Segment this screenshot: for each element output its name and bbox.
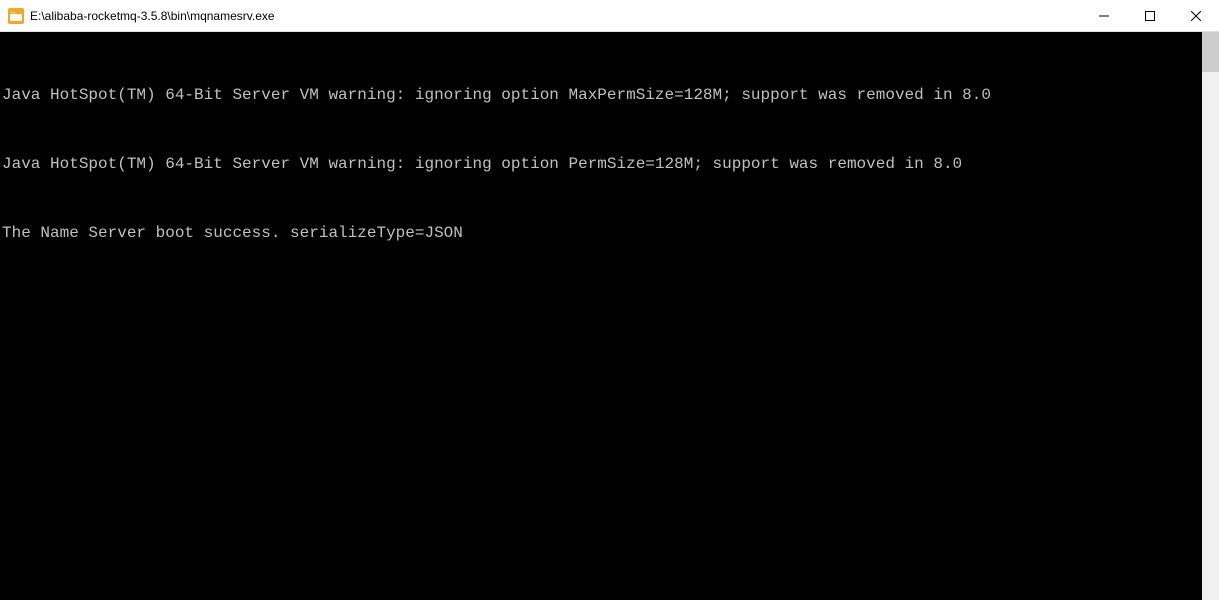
maximize-button[interactable]: [1127, 0, 1173, 31]
window-title: E:\alibaba-rocketmq-3.5.8\bin\mqnamesrv.…: [30, 9, 1081, 23]
vertical-scrollbar[interactable]: [1202, 32, 1219, 600]
close-button[interactable]: [1173, 0, 1219, 31]
console-line: The Name Server boot success. serializeT…: [2, 222, 1200, 245]
window-controls: [1081, 0, 1219, 31]
console-line: Java HotSpot(TM) 64-Bit Server VM warnin…: [2, 84, 1200, 107]
window-titlebar: E:\alibaba-rocketmq-3.5.8\bin\mqnamesrv.…: [0, 0, 1219, 32]
scrollbar-thumb[interactable]: [1202, 32, 1219, 72]
console-output[interactable]: Java HotSpot(TM) 64-Bit Server VM warnin…: [0, 32, 1202, 600]
console-area: Java HotSpot(TM) 64-Bit Server VM warnin…: [0, 32, 1219, 600]
console-line: Java HotSpot(TM) 64-Bit Server VM warnin…: [2, 153, 1200, 176]
minimize-button[interactable]: [1081, 0, 1127, 31]
console-app-icon: [8, 8, 24, 24]
